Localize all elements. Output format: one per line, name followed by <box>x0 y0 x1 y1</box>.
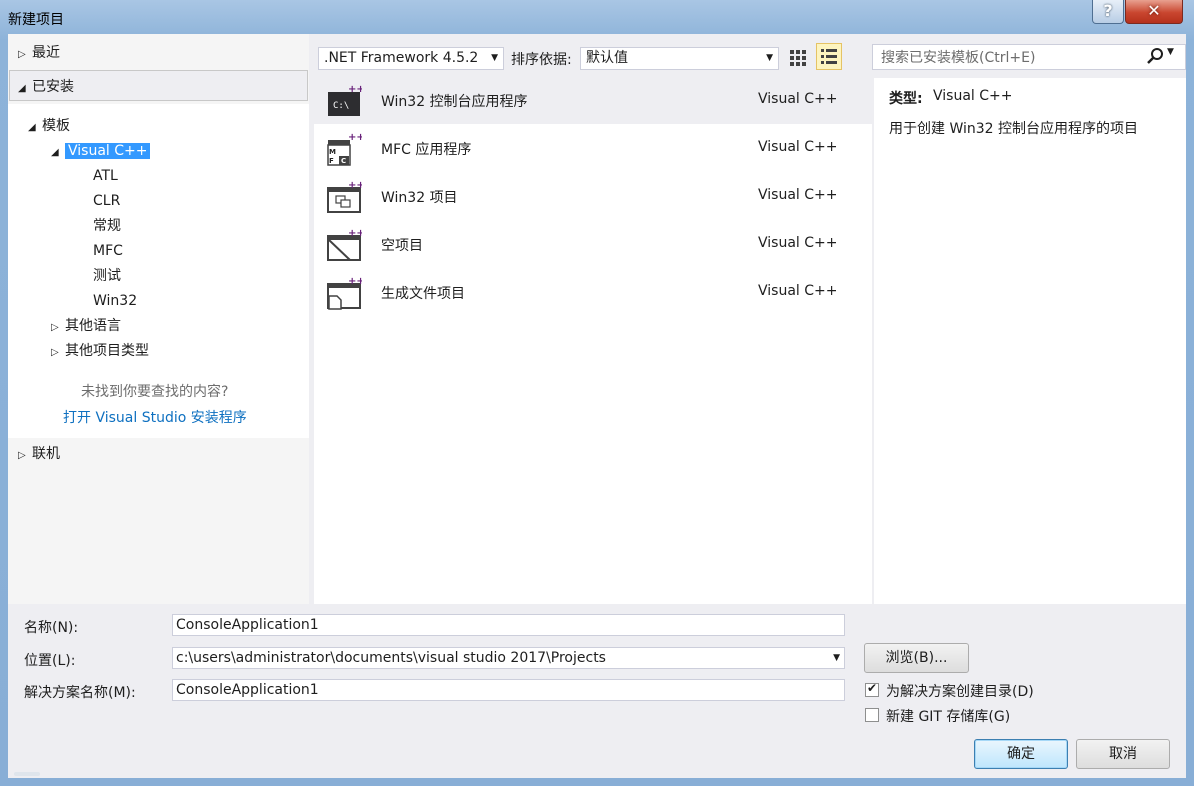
tree-item-online[interactable]: ▷ 联机 <box>18 442 60 467</box>
name-field[interactable]: ConsoleApplication1 <box>172 614 845 636</box>
details-panel: 类型: Visual C++ 用于创建 Win32 控制台应用程序的项目 <box>874 78 1186 604</box>
tree-item-clr[interactable]: CLR <box>93 189 120 214</box>
template-item-makefile-project[interactable]: ++ 生成文件项目 Visual C++ <box>314 270 872 316</box>
grid-view-icon <box>790 50 806 66</box>
title-bar[interactable]: 新建项目 ? ✕ <box>0 0 1194 34</box>
tree-item-test[interactable]: 测试 <box>93 264 121 289</box>
close-icon: ✕ <box>1147 1 1161 20</box>
window-title: 新建项目 <box>8 12 64 28</box>
tree-item-mfc[interactable]: MFC <box>93 239 123 264</box>
console-app-icon: C:\ ++ <box>328 84 362 116</box>
close-button[interactable]: ✕ <box>1125 0 1183 24</box>
template-item-empty-project[interactable]: ++ 空项目 Visual C++ <box>314 222 872 268</box>
tree-item-other-languages[interactable]: ▷ 其他语言 <box>51 314 121 339</box>
resize-grip[interactable] <box>14 772 40 776</box>
search-box: ▼ <box>872 44 1186 70</box>
empty-project-icon: ++ <box>327 228 362 261</box>
checkmark-icon: ✔ <box>867 681 878 695</box>
dialog-window: 新建项目 ? ✕ ▷ 最近 ◢ 已安装 ◢ 模板 ◢ Visual C++ ATL CL… <box>0 0 1194 786</box>
expand-triangle-icon[interactable]: ▷ <box>18 443 32 468</box>
sort-dropdown[interactable]: 默认值 ▼ <box>580 47 779 70</box>
mfc-app-icon: M F C ++ <box>327 132 362 166</box>
category-panel: ▷ 最近 ◢ 已安装 ◢ 模板 ◢ Visual C++ ATL CLR 常规 MFC … <box>8 34 309 604</box>
svg-text:F: F <box>329 157 334 165</box>
browse-button[interactable]: 浏览(B)... <box>864 643 969 673</box>
tree-item-atl[interactable]: ATL <box>93 164 118 189</box>
new-git-repo-label[interactable]: 新建 GIT 存储库(G) <box>886 706 1010 726</box>
tree-item-recent[interactable]: ▷ 最近 <box>18 41 60 66</box>
expand-triangle-icon[interactable]: ▷ <box>18 42 32 67</box>
location-label: 位置(L): <box>24 653 76 669</box>
collapse-triangle-icon[interactable]: ◢ <box>18 76 32 101</box>
svg-text:++: ++ <box>348 180 362 191</box>
details-type-value: Visual C++ <box>933 88 1013 104</box>
ok-button[interactable]: 确定 <box>974 739 1068 769</box>
svg-text:C: C <box>341 157 346 165</box>
open-installer-link[interactable]: 打开 Visual Studio 安装程序 <box>63 406 247 431</box>
not-found-text: 未找到你要查找的内容? <box>81 384 229 400</box>
dialog-client: ▷ 最近 ◢ 已安装 ◢ 模板 ◢ Visual C++ ATL CLR 常规 MFC … <box>8 34 1186 778</box>
solution-name-field[interactable]: ConsoleApplication1 <box>172 679 845 701</box>
win32-project-icon: ++ <box>327 180 362 213</box>
expand-triangle-icon[interactable]: ▷ <box>51 340 65 365</box>
tree-item-other-project-types[interactable]: ▷ 其他项目类型 <box>51 339 149 364</box>
svg-text:M: M <box>329 148 336 156</box>
tree-item-win32[interactable]: Win32 <box>93 289 137 314</box>
new-git-repo-checkbox[interactable] <box>865 708 879 722</box>
chevron-down-icon: ▼ <box>766 53 773 63</box>
small-icons-view-button[interactable] <box>786 45 810 71</box>
tree-item-visual-cpp[interactable]: ◢ Visual C++ <box>51 139 151 165</box>
create-directory-checkbox[interactable]: ✔ <box>865 681 879 697</box>
collapse-triangle-icon[interactable]: ◢ <box>28 115 42 140</box>
tree-item-general[interactable]: 常规 <box>93 214 121 239</box>
svg-text:++: ++ <box>348 228 362 239</box>
template-item-mfc-app[interactable]: M F C ++ MFC 应用程序 Visual C++ <box>314 126 872 172</box>
list-view-icon <box>821 49 837 64</box>
makefile-project-icon: ++ <box>327 276 362 310</box>
collapse-triangle-icon[interactable]: ◢ <box>51 140 65 165</box>
search-options-chevron-icon[interactable]: ▼ <box>1167 47 1174 57</box>
create-directory-label[interactable]: 为解决方案创建目录(D) <box>886 681 1034 701</box>
list-view-button[interactable] <box>816 43 842 70</box>
solution-name-label: 解决方案名称(M): <box>24 685 136 701</box>
tree-item-installed[interactable]: ◢ 已安装 <box>18 75 74 100</box>
svg-text:++: ++ <box>348 276 362 287</box>
chevron-down-icon: ▼ <box>491 53 498 63</box>
svg-text:++: ++ <box>348 84 362 95</box>
template-list: C:\ ++ Win32 控制台应用程序 Visual C++ M F C ++… <box>314 78 872 604</box>
chevron-down-icon[interactable]: ▼ <box>833 648 840 668</box>
framework-dropdown[interactable]: .NET Framework 4.5.2 ▼ <box>318 47 504 70</box>
tree-item-templates[interactable]: ◢ 模板 <box>28 114 70 139</box>
expand-triangle-icon[interactable]: ▷ <box>51 315 65 340</box>
details-type-label: 类型: <box>889 91 923 107</box>
search-icon[interactable] <box>1145 46 1165 70</box>
search-input[interactable] <box>879 46 1143 70</box>
svg-text:C:\: C:\ <box>333 101 349 111</box>
name-label: 名称(N): <box>24 620 79 636</box>
sort-label: 排序依据: <box>511 52 572 68</box>
template-item-win32-console[interactable]: C:\ ++ Win32 控制台应用程序 Visual C++ <box>314 78 872 124</box>
svg-text:++: ++ <box>348 132 362 143</box>
details-description: 用于创建 Win32 控制台应用程序的项目 <box>889 121 1139 137</box>
location-combobox[interactable]: c:\users\administrator\documents\visual … <box>172 647 845 669</box>
help-icon: ? <box>1103 1 1113 20</box>
template-item-win32-project[interactable]: ++ Win32 项目 Visual C++ <box>314 174 872 220</box>
cancel-button[interactable]: 取消 <box>1076 739 1170 769</box>
help-button[interactable]: ? <box>1092 0 1124 24</box>
